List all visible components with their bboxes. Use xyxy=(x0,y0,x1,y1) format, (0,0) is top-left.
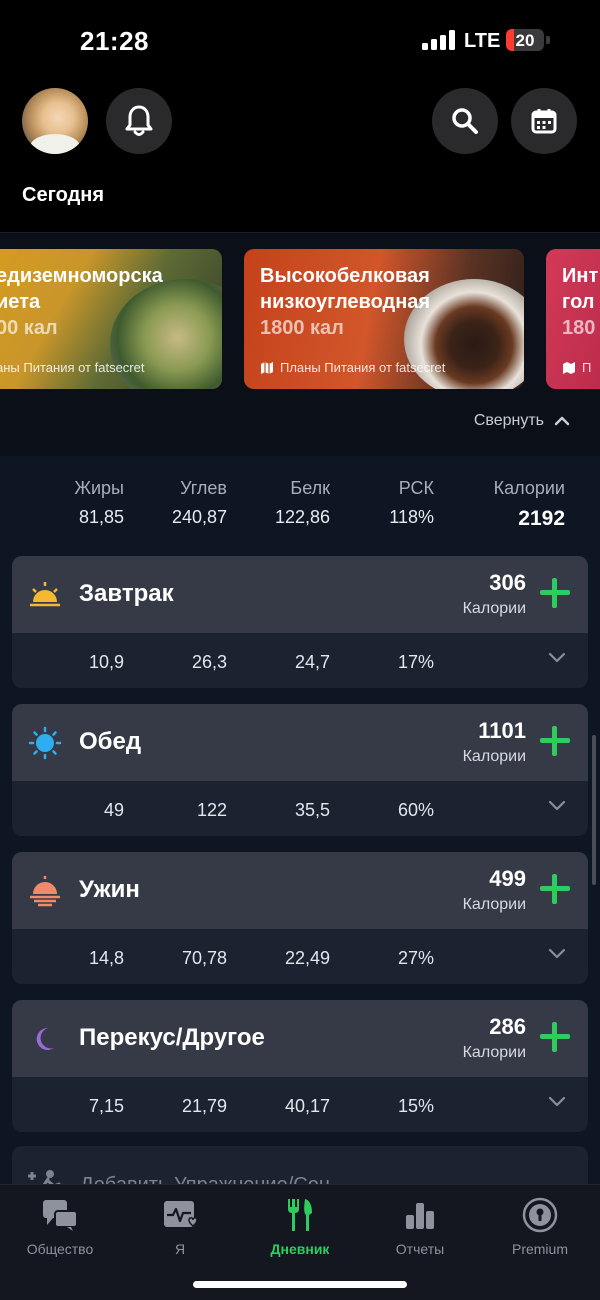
meal-snack[interactable]: Перекус/Другое 286 Калории 7,15 21,79 40… xyxy=(12,1000,588,1132)
add-food-button[interactable] xyxy=(540,726,570,756)
total-protein: Белк 122,86 xyxy=(274,478,330,527)
total-carbs: Углев 240,87 xyxy=(171,478,227,527)
status-time: 21:28 xyxy=(80,26,149,56)
search-icon xyxy=(452,108,478,134)
meal-protein: 40,17 xyxy=(284,1096,330,1116)
chevron-up-icon xyxy=(554,416,570,426)
tab-label: Дневник xyxy=(270,1241,330,1257)
meal-name: Обед xyxy=(79,728,142,755)
meal-calories: 286 xyxy=(489,1014,526,1039)
meal-name: Ужин xyxy=(79,876,140,903)
total-fat: Жиры 81,85 xyxy=(74,478,124,527)
add-food-button[interactable] xyxy=(540,874,570,904)
meal-fat: 14,8 xyxy=(88,948,124,968)
tab-community[interactable]: Общество xyxy=(0,1193,120,1257)
meal-carbs: 122 xyxy=(196,800,227,820)
community-icon xyxy=(43,1200,78,1231)
chevron-down-icon[interactable] xyxy=(548,1096,566,1108)
moon-icon xyxy=(36,1027,54,1050)
battery-tip xyxy=(546,36,550,44)
sunrise-icon xyxy=(30,582,60,607)
plan-title: Инт гол xyxy=(562,265,599,313)
meal-calories: 306 xyxy=(489,570,526,595)
network-type: LTE xyxy=(464,30,501,52)
meal-breakfast[interactable]: Завтрак 306 Калории 10,9 26,3 24,7 17% xyxy=(12,556,588,688)
calendar-button[interactable] xyxy=(511,88,577,154)
chevron-down-icon[interactable] xyxy=(548,948,566,960)
meal-fat: 10,9 xyxy=(88,652,124,672)
tab-reports[interactable]: Отчеты xyxy=(360,1193,480,1257)
tab-label: Я xyxy=(174,1241,186,1257)
map-icon xyxy=(261,361,273,374)
total-calories: Калории 2192 xyxy=(493,478,565,530)
plan-card-intermittent[interactable]: Инт гол 180 П xyxy=(546,249,600,389)
plan-calories: 00 кал xyxy=(0,317,58,339)
plan-source: аны Питания от fatsecret xyxy=(0,360,145,375)
page-title: Сегодня xyxy=(22,184,105,206)
add-food-button[interactable] xyxy=(540,1022,570,1052)
tab-diary[interactable]: Дневник xyxy=(240,1193,360,1257)
reports-icon xyxy=(406,1203,434,1229)
total-rdi: РСК 118% xyxy=(389,478,434,527)
plan-calories: 1800 кал xyxy=(260,317,344,339)
plan-title: едиземноморска иета xyxy=(0,265,163,313)
calendar-icon xyxy=(531,109,557,134)
meal-fat: 7,15 xyxy=(88,1096,124,1116)
plan-source: Планы Питания от fatsecret xyxy=(260,360,445,375)
collapse-button[interactable]: Свернуть xyxy=(474,412,570,430)
meal-calories-label: Калории xyxy=(462,896,526,913)
meal-carbs: 70,78 xyxy=(181,948,227,968)
meal-lunch[interactable]: Обед 1101 Калории 49 122 35,5 60% xyxy=(12,704,588,836)
me-icon xyxy=(164,1201,198,1227)
meal-rdi: 60% xyxy=(397,800,434,820)
plan-card-mediterranean[interactable]: едиземноморска иета 00 кал аны Питания от… xyxy=(0,249,222,389)
plan-calories: 180 xyxy=(562,317,596,339)
meal-calories-label: Калории xyxy=(462,1044,526,1061)
map-icon xyxy=(563,361,575,374)
sunset-icon xyxy=(30,876,60,907)
status-bar: 21:28 LTE 20 xyxy=(0,0,600,80)
meal-dinner[interactable]: Ужин 499 Калории 14,8 70,78 22,49 27% xyxy=(12,852,588,984)
meal-rdi: 17% xyxy=(397,652,434,672)
plan-source: П xyxy=(562,360,591,375)
chevron-down-icon[interactable] xyxy=(548,800,566,812)
tab-label: Общество xyxy=(26,1241,94,1257)
meal-calories-label: Калории xyxy=(462,600,526,617)
meal-rdi: 15% xyxy=(397,1096,434,1116)
plan-title: Высокобелковая низкоуглеводная xyxy=(260,265,431,313)
meal-name: Завтрак xyxy=(79,580,174,607)
collapse-label: Свернуть xyxy=(473,412,544,429)
signal-icon xyxy=(422,30,456,50)
sun-icon xyxy=(28,726,62,760)
battery-level: 20 xyxy=(515,31,535,50)
home-indicator[interactable] xyxy=(193,1281,407,1288)
meal-name: Перекус/Другое xyxy=(79,1024,265,1051)
meal-calories: 1101 xyxy=(478,718,526,743)
meal-calories-label: Калории xyxy=(462,748,526,765)
premium-icon xyxy=(522,1197,558,1233)
meal-fat: 49 xyxy=(103,800,124,820)
meal-calories: 499 xyxy=(489,866,526,891)
tab-label: Premium xyxy=(511,1241,568,1257)
tab-label: Отчеты xyxy=(395,1241,445,1257)
avatar[interactable] xyxy=(22,88,88,154)
notifications-button[interactable] xyxy=(106,88,172,154)
tab-me[interactable]: Я xyxy=(120,1193,240,1257)
add-food-button[interactable] xyxy=(540,578,570,608)
bell-icon xyxy=(125,105,153,136)
diary-icon xyxy=(288,1199,312,1231)
plan-card-high-protein[interactable]: Высокобелковая низкоуглеводная 1800 кал П… xyxy=(244,249,524,389)
meal-carbs: 21,79 xyxy=(181,1096,227,1116)
search-button[interactable] xyxy=(432,88,498,154)
battery-icon: 20 xyxy=(506,29,544,51)
meal-protein: 22,49 xyxy=(284,948,330,968)
tab-premium[interactable]: Premium xyxy=(480,1193,600,1257)
meal-protein: 35,5 xyxy=(294,800,330,820)
chevron-down-icon[interactable] xyxy=(548,652,566,664)
meal-carbs: 26,3 xyxy=(191,652,227,672)
scrollbar[interactable] xyxy=(592,735,596,885)
meal-protein: 24,7 xyxy=(294,652,330,672)
meal-rdi: 27% xyxy=(397,948,434,968)
